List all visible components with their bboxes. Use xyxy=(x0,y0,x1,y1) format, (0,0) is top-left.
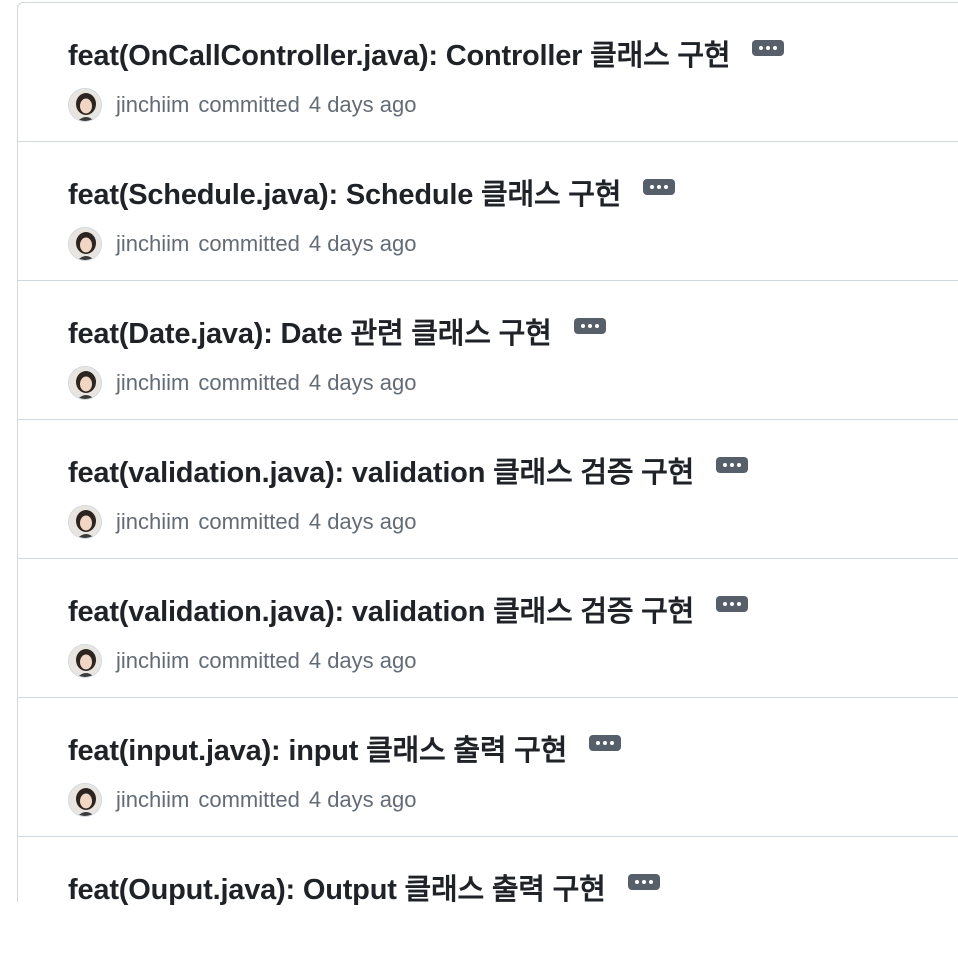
commit-author[interactable]: jinchiim xyxy=(116,509,189,535)
commit-author[interactable]: jinchiim xyxy=(116,92,189,118)
ellipsis-icon[interactable] xyxy=(643,179,676,195)
commit-time[interactable]: 4 days ago xyxy=(309,92,417,118)
commit-title-row: feat(OnCallController.java): Controller … xyxy=(68,32,785,74)
commit-item: feat(validation.java): validation 클래스 검증… xyxy=(18,420,958,559)
commit-meta: jinchiim committed 4 days ago xyxy=(68,365,416,401)
commit-item: feat(input.java): input 클래스 출력 구현 jinchi… xyxy=(18,698,958,837)
commit-title-row: feat(Ouput.java): Output 클래스 출력 구현 xyxy=(68,867,660,907)
commit-title-row: feat(validation.java): validation 클래스 검증… xyxy=(68,449,749,491)
commit-action: committed xyxy=(198,370,300,395)
commit-item: feat(validation.java): validation 클래스 검증… xyxy=(18,559,958,698)
commit-title-link[interactable]: feat(validation.java): validation 클래스 검증… xyxy=(68,588,694,630)
commit-author[interactable]: jinchiim xyxy=(116,370,189,396)
commit-time[interactable]: 4 days ago xyxy=(309,648,417,674)
commit-title-row: feat(Date.java): Date 관련 클래스 구현 xyxy=(68,311,606,351)
commit-list: feat(OnCallController.java): Controller … xyxy=(17,2,958,906)
commit-meta: jinchiim committed 4 days ago xyxy=(68,504,416,540)
commit-item: feat(Date.java): Date 관련 클래스 구현 jinchiim… xyxy=(18,281,958,420)
commit-item: feat(Ouput.java): Output 클래스 출력 구현 xyxy=(18,837,958,976)
avatar[interactable] xyxy=(68,88,102,122)
ellipsis-icon[interactable] xyxy=(589,735,622,751)
commit-time[interactable]: 4 days ago xyxy=(309,787,417,813)
ellipsis-icon[interactable] xyxy=(573,318,606,334)
avatar[interactable] xyxy=(68,227,102,261)
ellipsis-icon[interactable] xyxy=(716,457,749,473)
commit-action: committed xyxy=(198,648,300,673)
commit-author[interactable]: jinchiim xyxy=(116,231,189,257)
commit-meta: jinchiim committed 4 days ago xyxy=(68,226,416,262)
avatar[interactable] xyxy=(68,505,102,539)
commit-meta: jinchiim committed 4 days ago xyxy=(68,782,416,818)
commit-action: committed xyxy=(198,92,300,117)
commit-item: feat(Schedule.java): Schedule 클래스 구현 jin… xyxy=(18,142,958,281)
commit-title-row: feat(validation.java): validation 클래스 검증… xyxy=(68,588,749,630)
commit-title-row: feat(Schedule.java): Schedule 클래스 구현 xyxy=(68,171,676,213)
commit-title-row: feat(input.java): input 클래스 출력 구현 xyxy=(68,727,622,769)
commit-author[interactable]: jinchiim xyxy=(116,787,189,813)
ellipsis-icon[interactable] xyxy=(716,596,749,612)
commit-meta: jinchiim committed 4 days ago xyxy=(68,87,416,123)
commit-title-link[interactable]: feat(Date.java): Date 관련 클래스 구현 xyxy=(68,310,552,352)
commit-time[interactable]: 4 days ago xyxy=(309,370,417,396)
commit-action: committed xyxy=(198,509,300,534)
commit-title-link[interactable]: feat(input.java): input 클래스 출력 구현 xyxy=(68,727,567,769)
commit-title-link[interactable]: feat(Ouput.java): Output 클래스 출력 구현 xyxy=(68,866,606,908)
commit-title-link[interactable]: feat(Schedule.java): Schedule 클래스 구현 xyxy=(68,171,621,213)
commit-title-link[interactable]: feat(OnCallController.java): Controller … xyxy=(68,32,731,74)
avatar[interactable] xyxy=(68,783,102,817)
commit-meta: jinchiim committed 4 days ago xyxy=(68,643,416,679)
avatar[interactable] xyxy=(68,644,102,678)
commit-title-link[interactable]: feat(validation.java): validation 클래스 검증… xyxy=(68,449,694,491)
commit-item: feat(OnCallController.java): Controller … xyxy=(18,3,958,142)
ellipsis-icon[interactable] xyxy=(752,40,785,56)
commit-time[interactable]: 4 days ago xyxy=(309,509,417,535)
avatar[interactable] xyxy=(68,366,102,400)
ellipsis-icon[interactable] xyxy=(627,874,660,890)
commit-action: committed xyxy=(198,231,300,256)
commit-action: committed xyxy=(198,787,300,812)
commit-author[interactable]: jinchiim xyxy=(116,648,189,674)
commit-time[interactable]: 4 days ago xyxy=(309,231,417,257)
